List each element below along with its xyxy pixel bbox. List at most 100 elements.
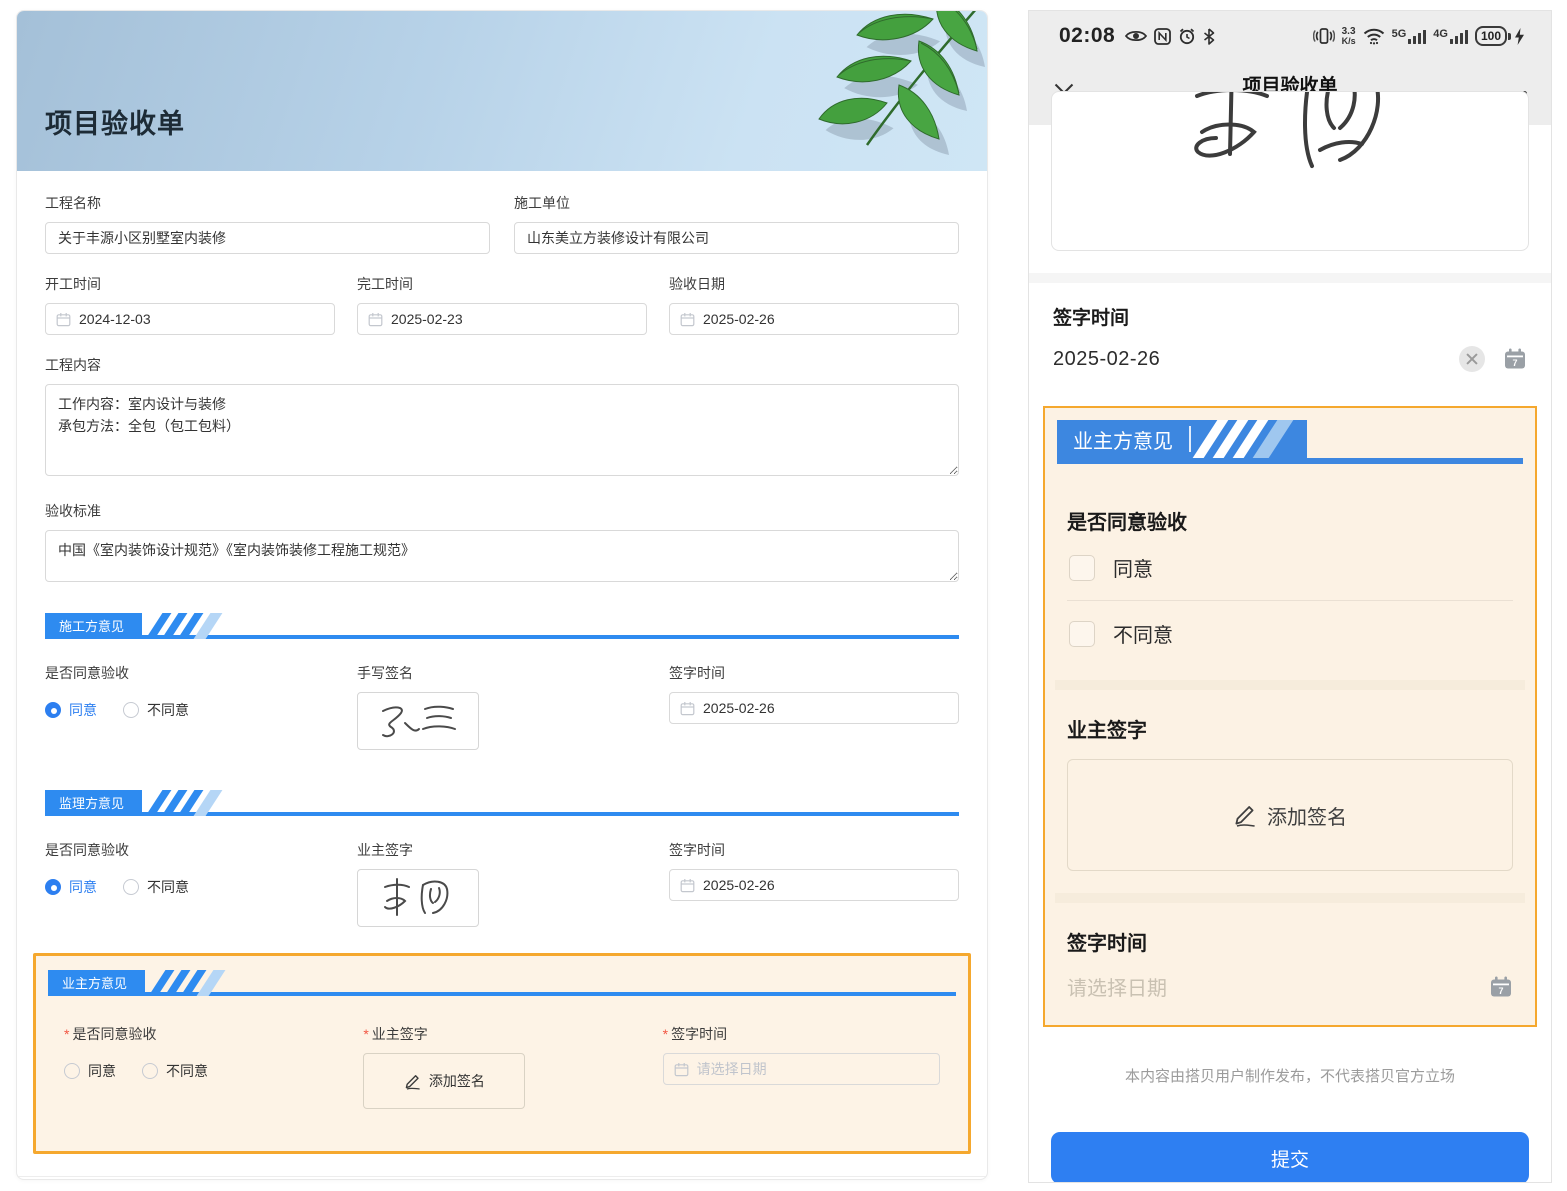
- owner-signature-group: *业主签字 添加签名: [363, 1024, 640, 1109]
- checkbox-unchecked-icon[interactable]: [1069, 621, 1095, 647]
- section-banner: 施工方意见: [45, 613, 959, 639]
- section-banner: 监理方意见: [45, 790, 959, 816]
- owner-sign-time-placeholder: 请选择日期: [697, 1059, 767, 1079]
- radio-disagree-label: 不同意: [147, 877, 189, 897]
- supervisor-agree-group: 是否同意验收 同意 不同意: [45, 840, 335, 927]
- agree-question-label: 是否同意验收: [45, 663, 335, 683]
- network-speed: 3.3 K/s: [1342, 27, 1356, 46]
- section-title: 业主方意见: [1073, 425, 1173, 454]
- sign-time-value: 2025-02-26: [1053, 348, 1160, 371]
- acceptance-standard-label: 验收标准: [45, 501, 959, 521]
- radio-disagree[interactable]: 不同意: [142, 1061, 208, 1081]
- group-divider: [1055, 893, 1525, 903]
- calendar-icon[interactable]: 7: [1503, 347, 1527, 371]
- radio-agree[interactable]: 同意: [45, 700, 97, 720]
- radio-agree-label: 同意: [88, 1061, 116, 1081]
- finish-date-input[interactable]: 2025-02-23: [357, 303, 647, 335]
- owner-time-label: 签字时间: [1067, 927, 1513, 956]
- radio-agree[interactable]: 同意: [45, 877, 97, 897]
- required-asterisk: *: [363, 1026, 368, 1042]
- field-project-name: 工程名称: [45, 193, 490, 254]
- sign-time-label: 签字时间: [1053, 303, 1527, 330]
- section-owner-opinion-highlighted: 业主方意见 *是否同意验收 同意: [33, 953, 971, 1154]
- radio-unselected-icon: [64, 1063, 80, 1079]
- form-header: 项目验收单: [17, 11, 987, 171]
- agree-question-label: 是否同意验收: [1067, 506, 1513, 535]
- signature-preview-lisi[interactable]: [1051, 91, 1529, 251]
- project-content-textarea[interactable]: 工作内容：室内设计与装修 承包方法：全包（包工包料）: [45, 384, 959, 476]
- owner-sign-label: 业主签字: [1067, 714, 1513, 743]
- finish-date-value: 2025-02-23: [391, 311, 463, 327]
- project-name-label: 工程名称: [45, 193, 490, 213]
- radio-disagree[interactable]: 不同意: [123, 877, 189, 897]
- clear-value-icon[interactable]: [1459, 346, 1485, 372]
- acceptance-date-value: 2025-02-26: [703, 311, 775, 327]
- calendar-icon: [680, 701, 695, 716]
- calendar-icon: [680, 878, 695, 893]
- checkbox-agree-row[interactable]: 同意: [1067, 535, 1513, 601]
- project-name-input[interactable]: [45, 222, 490, 254]
- sign-time-label: *签字时间: [663, 1024, 940, 1044]
- clock-time: 02:08: [1059, 24, 1115, 48]
- checkbox-agree-label: 同意: [1113, 553, 1153, 582]
- supervisor-sign-time-input[interactable]: 2025-02-26: [669, 869, 959, 901]
- signature-image-zhangsan[interactable]: [357, 692, 479, 750]
- required-asterisk: *: [64, 1026, 69, 1042]
- calendar-icon[interactable]: 7: [1489, 975, 1513, 999]
- owner-opinion-section-highlighted: 业主方意见 是否同意验收 同意: [1043, 406, 1537, 1027]
- owner-sign-time-input[interactable]: 请选择日期: [663, 1053, 940, 1085]
- constructor-sign-time-value: 2025-02-26: [703, 700, 775, 716]
- add-signature-button[interactable]: 添加签名: [1067, 759, 1513, 871]
- add-signature-label: 添加签名: [1267, 801, 1347, 830]
- constructor-signature-group: 手写签名: [357, 663, 647, 750]
- radio-disagree-label: 不同意: [166, 1061, 208, 1081]
- banner-stripes-decoration: [154, 613, 214, 639]
- form-body: 工程名称 施工单位 开工时间 2024-12-03: [17, 171, 987, 1154]
- add-signature-button[interactable]: 添加签名: [363, 1053, 525, 1109]
- radio-selected-icon: [45, 702, 61, 718]
- radio-unselected-icon: [123, 702, 139, 718]
- project-content-label: 工程内容: [45, 355, 959, 375]
- signature-label: 业主签字: [357, 840, 647, 860]
- finish-date-label: 完工时间: [357, 274, 647, 294]
- radio-unselected-icon: [123, 879, 139, 895]
- signature-image-lisi[interactable]: [357, 869, 479, 927]
- start-date-input[interactable]: 2024-12-03: [45, 303, 335, 335]
- vibrate-icon: [1313, 27, 1335, 45]
- banner-separator: [1189, 426, 1191, 452]
- radio-agree-label: 同意: [69, 877, 97, 897]
- section-title: 业主方意见: [48, 970, 145, 996]
- page-title: 项目验收单: [45, 102, 185, 141]
- submit-button[interactable]: 提交: [1051, 1132, 1529, 1183]
- wifi-icon: [1363, 28, 1385, 45]
- signal-4g: 4G: [1433, 29, 1468, 44]
- desktop-form-card: 项目验收单: [16, 10, 988, 1180]
- owner-agree-group: *是否同意验收 同意 不同意: [64, 1024, 341, 1109]
- acceptance-standard-textarea[interactable]: 中国《室内装饰设计规范》《室内装饰装修工程施工规范》: [45, 530, 959, 582]
- radio-agree[interactable]: 同意: [64, 1061, 116, 1081]
- signal-5g: 5G: [1392, 29, 1427, 44]
- checkbox-disagree-row[interactable]: 不同意: [1067, 601, 1513, 666]
- section-banner: 业主方意见: [48, 970, 956, 996]
- owner-time-placeholder: 请选择日期: [1067, 972, 1167, 1001]
- mobile-preview-card: 02:08 3.3 K/s 5G 4G: [1028, 10, 1552, 1183]
- section-banner: 业主方意见: [1057, 420, 1523, 464]
- mobile-content: 签字时间 2025-02-26 7 业主方意见: [1029, 91, 1551, 1183]
- acceptance-date-input[interactable]: 2025-02-26: [669, 303, 959, 335]
- start-date-value: 2024-12-03: [79, 311, 151, 327]
- owner-sign-time-group: *签字时间 请选择日期: [663, 1024, 940, 1109]
- owner-time-input[interactable]: 请选择日期 7: [1067, 972, 1513, 1023]
- constructor-sign-time-input[interactable]: 2025-02-26: [669, 692, 959, 724]
- checkbox-unchecked-icon[interactable]: [1069, 555, 1095, 581]
- constructor-agree-group: 是否同意验收 同意 不同意: [45, 663, 335, 750]
- calendar-icon: [368, 312, 383, 327]
- radio-disagree[interactable]: 不同意: [123, 700, 189, 720]
- construction-unit-input[interactable]: [514, 222, 959, 254]
- banner-stripes-decoration: [154, 790, 214, 816]
- construction-unit-label: 施工单位: [514, 193, 959, 213]
- field-acceptance-standard: 验收标准 中国《室内装饰设计规范》《室内装饰装修工程施工规范》: [45, 501, 959, 587]
- radio-agree-label: 同意: [69, 700, 97, 720]
- sign-time-group: 签字时间 2025-02-26 7: [1029, 283, 1551, 394]
- desktop-footer: 本内容由搭贝用户制作发布，不代表搭贝官方立场 提交: [17, 1176, 987, 1180]
- alarm-clock-icon: [1178, 27, 1196, 45]
